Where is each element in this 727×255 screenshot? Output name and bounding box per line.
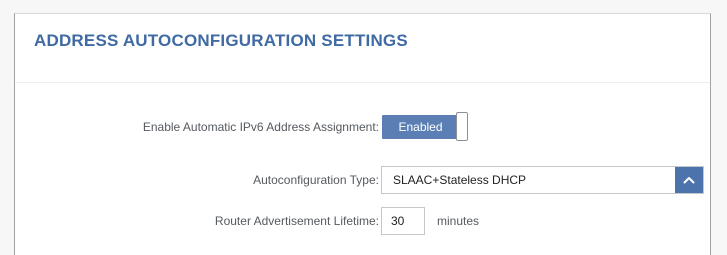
ra-lifetime-unit: minutes	[437, 214, 480, 228]
auto-assign-toggle[interactable]: Enabled	[382, 112, 473, 142]
auto-assign-label: Enable Automatic IPv6 Address Assignment…	[142, 120, 379, 134]
dropdown-toggle-button[interactable]	[675, 167, 703, 193]
toggle-state-label: Enabled	[382, 115, 459, 139]
autoconfig-type-label: Autoconfiguration Type:	[253, 173, 379, 187]
toggle-knob[interactable]	[456, 112, 468, 141]
section-title: ADDRESS AUTOCONFIGURATION SETTINGS	[34, 31, 408, 50]
autoconfig-type-value: SLAAC+Stateless DHCP	[393, 173, 527, 187]
autoconfig-type-select[interactable]: SLAAC+Stateless DHCP	[381, 166, 704, 194]
ra-lifetime-input[interactable]: 30	[381, 207, 425, 235]
page: ADDRESS AUTOCONFIGURATION SETTINGS Enabl…	[0, 0, 727, 255]
chevron-up-icon	[683, 177, 695, 184]
ra-lifetime-label: Router Advertisement Lifetime:	[214, 214, 379, 228]
settings-panel: ADDRESS AUTOCONFIGURATION SETTINGS Enabl…	[14, 13, 711, 255]
section-divider	[15, 82, 710, 83]
